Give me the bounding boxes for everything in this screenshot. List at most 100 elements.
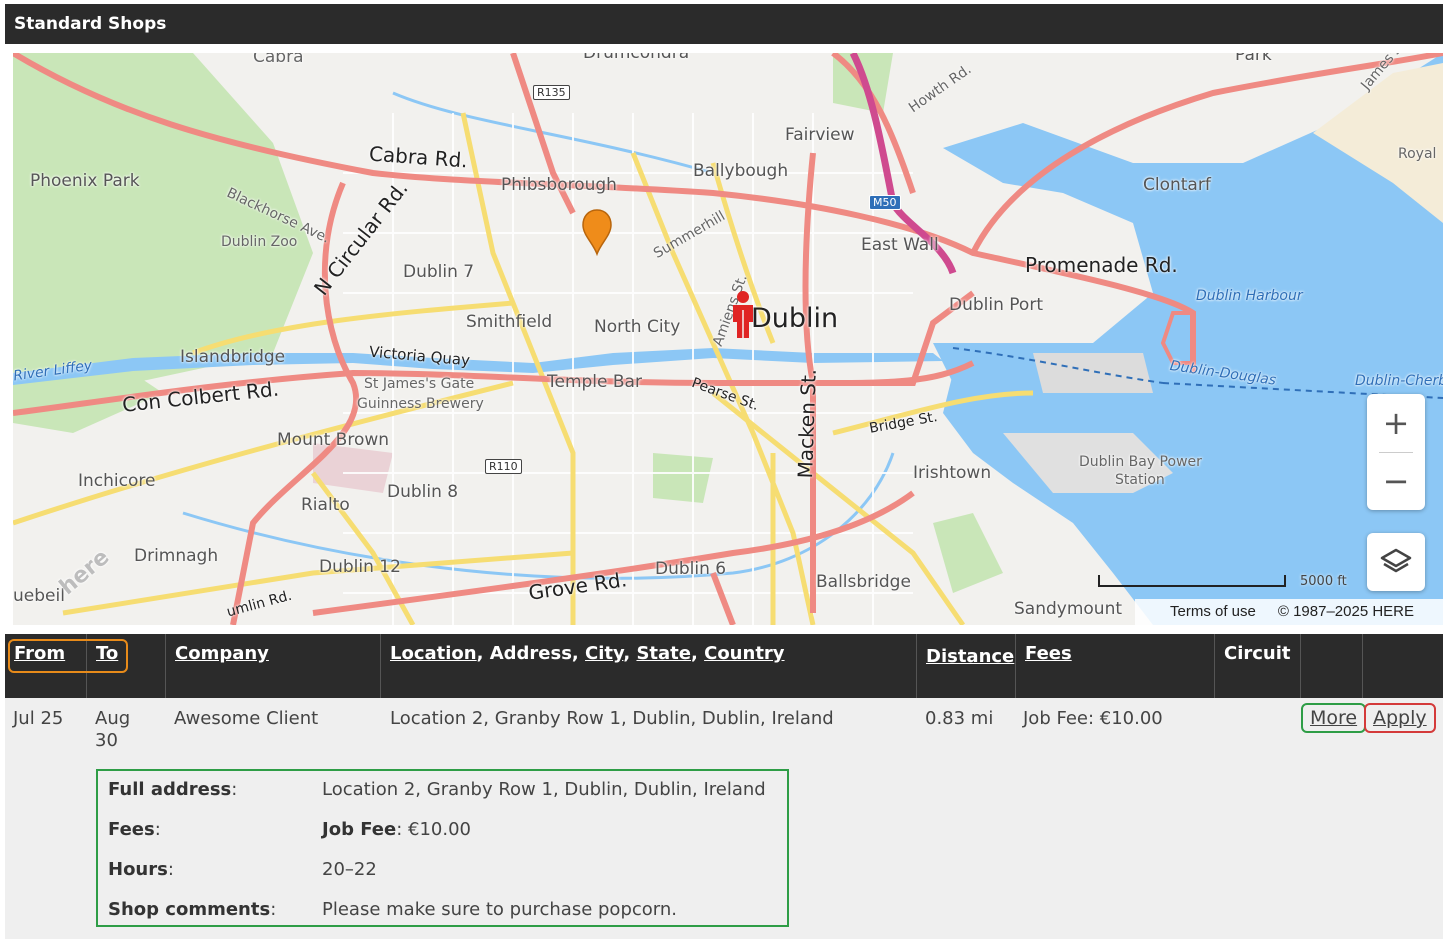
sort-city-link[interactable]: City: [585, 643, 623, 664]
full-address-colon: :: [231, 779, 238, 800]
map-label-dublin-zoo: Dublin Zoo: [221, 234, 298, 250]
fees-label: Fees: [108, 819, 155, 840]
map-label-irishtown: Irishtown: [913, 463, 992, 483]
map-label-power-station-2: Station: [1115, 472, 1165, 488]
cell-to: Aug 30: [95, 708, 131, 751]
full-address-label: Full address: [108, 779, 232, 800]
sort-fees-link[interactable]: Fees: [1025, 643, 1072, 664]
map-label-dublin: Dublin: [751, 303, 839, 334]
map-label-promenade-rd: Promenade Rd.: [1025, 253, 1178, 277]
full-address-value: Location 2, Granby Row 1, Dublin, Dublin…: [322, 779, 766, 800]
map-view[interactable]: Cabra Drumcondra Park Phoenix Park Black…: [13, 53, 1443, 625]
col-circuit: Circuit: [1215, 634, 1301, 698]
map-label-drimnagh: Drimnagh: [134, 546, 219, 566]
map-label-dublin-port: Dublin Port: [949, 295, 1043, 315]
copyright-text: © 1987–2025 HERE: [1277, 603, 1415, 620]
map-label-dublin6: Dublin 6: [655, 559, 727, 579]
hours-value: 20–22: [322, 859, 377, 880]
sort-distance-link[interactable]: Distance: [926, 646, 1014, 667]
col-location: Location, Address, City, State, Country: [381, 634, 917, 698]
cell-company: Awesome Client: [174, 708, 319, 729]
col-apply: [1363, 634, 1443, 698]
road-shield-m50: M50: [869, 195, 901, 210]
map-label-dublin8: Dublin 8: [387, 482, 459, 502]
zoom-in-button[interactable]: +: [1367, 394, 1425, 452]
map-label-islandbridge: Islandbridge: [180, 347, 286, 367]
sort-location-link[interactable]: Location: [390, 643, 477, 664]
map-label-ballsbridge: Ballsbridge: [816, 572, 911, 592]
cell-location: Location 2, Granby Row 1, Dublin, Dublin…: [390, 708, 834, 729]
comments-colon: :: [270, 899, 277, 920]
header-sep-1: ,: [623, 643, 637, 664]
address-header-text: , Address,: [476, 643, 586, 664]
from-to-highlight: [8, 639, 128, 673]
map-label-cabra: Cabra: [253, 53, 304, 67]
map-label-clontarf: Clontarf: [1143, 175, 1211, 195]
detail-fees: Fees: Job Fee: €10.00: [108, 819, 471, 840]
map-label-fairview: Fairview: [785, 125, 855, 145]
zoom-divider: [1379, 452, 1413, 453]
map-label-st-james-gate: St James's Gate: [364, 376, 475, 392]
fees-amount: : €10.00: [396, 819, 471, 840]
header-sep-2: ,: [691, 643, 705, 664]
shop-details-panel: Full address: Location 2, Granby Row 1, …: [96, 769, 789, 927]
col-distance: Distance: [917, 634, 1016, 698]
fees-value: Job Fee: €10.00: [322, 819, 471, 840]
col-company: Company: [166, 634, 381, 698]
zoom-control: + −: [1367, 394, 1425, 510]
layers-icon: [1380, 548, 1412, 573]
road-shield-r135: R135: [533, 85, 570, 100]
map-label-dublin-harbour: Dublin Harbour: [1196, 288, 1303, 304]
map-label-drumcondra: Drumcondra: [583, 53, 690, 63]
comments-value: Please make sure to purchase popcorn.: [322, 899, 677, 920]
cell-distance: 0.83 mi: [925, 708, 994, 729]
map-label-dublin7: Dublin 7: [403, 262, 475, 282]
col-more: [1301, 634, 1363, 698]
map-label-mount-brown: Mount Brown: [277, 430, 390, 450]
hours-label: Hours: [108, 859, 168, 880]
cell-fees: Job Fee: €10.00: [1023, 708, 1163, 729]
sort-country-link[interactable]: Country: [704, 643, 784, 664]
layers-button[interactable]: [1367, 533, 1425, 591]
map-label-east-wall: East Wall: [861, 235, 939, 255]
map-label-north-city: North City: [594, 317, 681, 337]
comments-label: Shop comments: [108, 899, 271, 920]
cell-from: Jul 25: [13, 708, 64, 729]
map-label-sandymount: Sandymount: [1014, 599, 1123, 619]
sort-state-link[interactable]: State: [636, 643, 691, 664]
map-pin-icon[interactable]: [581, 208, 613, 256]
map-label-dublin-cherb: Dublin-Cherb: [1355, 373, 1443, 389]
map-label-ballyfermot: uebeil: [13, 586, 65, 606]
col-fees: Fees: [1016, 634, 1215, 698]
map-attribution: Terms of use © 1987–2025 HERE: [1135, 599, 1443, 625]
hours-colon: :: [167, 859, 174, 880]
apply-button[interactable]: Apply: [1364, 703, 1436, 733]
map-label-dublin12: Dublin 12: [319, 557, 401, 577]
section-title: Standard Shops: [5, 4, 1443, 44]
map-label-park: Park: [1235, 53, 1272, 65]
person-icon: [733, 291, 753, 338]
map-label-ballybough: Ballybough: [693, 161, 789, 181]
map-label-macken: Macken St.: [793, 368, 821, 479]
detail-hours: Hours: 20–22: [108, 859, 377, 880]
zoom-out-button[interactable]: −: [1367, 452, 1425, 510]
scale-bar: [1098, 575, 1286, 587]
sort-company-link[interactable]: Company: [175, 643, 269, 664]
detail-full-address: Full address: Location 2, Granby Row 1, …: [108, 779, 766, 800]
map-label-power-station-1: Dublin Bay Power: [1079, 454, 1202, 470]
map-label-guinness: Guinness Brewery: [357, 396, 484, 412]
detail-comments: Shop comments: Please make sure to purch…: [108, 899, 677, 920]
fees-colon: :: [154, 819, 161, 840]
fees-name: Job Fee: [322, 819, 397, 840]
map-label-temple-bar: Temple Bar: [547, 372, 642, 392]
table-header: From To Company Location, Address, City,…: [5, 634, 1443, 698]
map-label-smithfield: Smithfield: [466, 312, 553, 332]
terms-of-use-link[interactable]: Terms of use: [1170, 603, 1256, 620]
more-button[interactable]: More: [1301, 703, 1367, 733]
map-label-phoenix-park: Phoenix Park: [30, 171, 140, 191]
map-label-rialto: Rialto: [301, 495, 350, 515]
map-label-phibsborough: Phibsborough: [501, 175, 617, 195]
scale-label: 5000 ft: [1300, 574, 1347, 589]
map-label-royal: Royal: [1398, 146, 1437, 162]
map-label-inchicore: Inchicore: [78, 471, 156, 491]
